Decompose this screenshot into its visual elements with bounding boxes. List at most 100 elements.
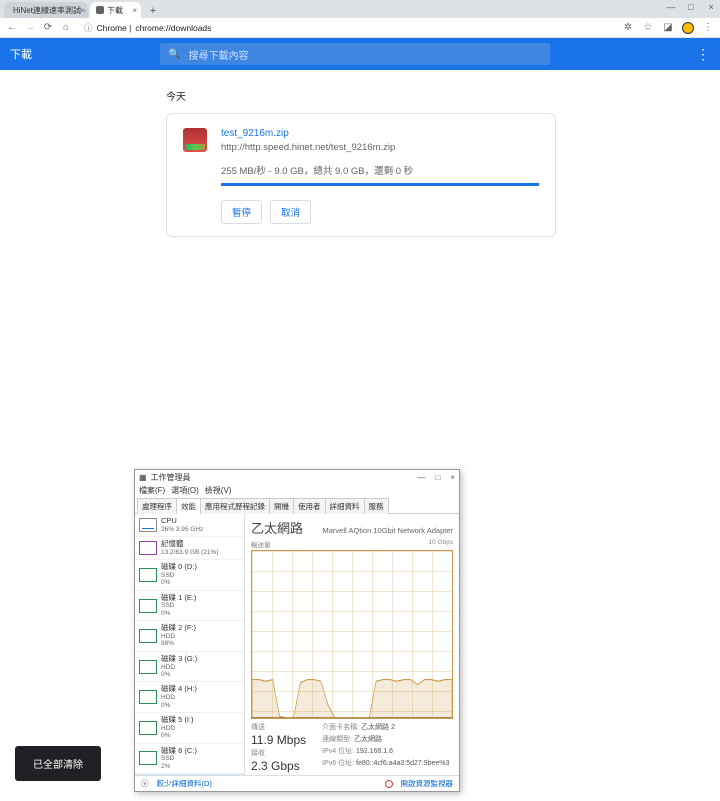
sidebar-item-sub: HDD 0% xyxy=(161,725,194,740)
disk-thumb-icon xyxy=(139,599,157,613)
sidebar-item[interactable]: 磁碟 5 (I:)HDD 0% xyxy=(135,713,244,744)
address-prefix: Chrome | xyxy=(97,23,132,33)
file-icon xyxy=(183,128,207,152)
sidebar-item-sub: HDD 0% xyxy=(161,664,197,679)
chart-scale-left: 輸送量 xyxy=(251,539,271,549)
taskmgr-menubar[interactable]: 檔案(F) 選項(O) 檢視(V) xyxy=(135,484,459,497)
sidebar-item-name: 磁碟 0 (D:) xyxy=(161,563,197,572)
downloads-menu-icon[interactable]: ⋮ xyxy=(696,46,710,63)
sidebar-item-name: 磁碟 5 (I:) xyxy=(161,716,194,725)
tab-title: HiNet連線速率測試 - HiNet測… xyxy=(13,5,88,16)
extensions-icon[interactable]: ✲ xyxy=(622,22,634,33)
browser-tab-downloads[interactable]: 下載 × xyxy=(90,2,141,18)
menu-icon[interactable]: ⋮ xyxy=(702,22,714,33)
chevron-up-icon[interactable]: ⓥ xyxy=(141,778,149,789)
window-maximize-icon[interactable]: □ xyxy=(686,2,696,12)
menu-item[interactable]: 檢視(V) xyxy=(205,485,232,496)
send-label: 傳送 xyxy=(251,722,306,732)
bookmark-icon[interactable]: ☆ xyxy=(642,22,654,33)
page-title: 下載 xyxy=(10,46,160,62)
search-placeholder: 搜尋下載內容 xyxy=(188,47,248,62)
new-tab-button[interactable]: + xyxy=(146,4,160,18)
downloads-body: 今天 test_9216m.zip http://http.speed.hine… xyxy=(0,70,720,237)
mem-thumb-icon xyxy=(139,541,157,555)
disk-thumb-icon xyxy=(139,690,157,704)
disk-thumb-icon xyxy=(139,568,157,582)
fewer-details-link[interactable]: 較少詳細資料(D) xyxy=(157,778,212,789)
taskmgr-tab[interactable]: 開機 xyxy=(269,498,294,514)
taskmgr-statusbar: ⓥ 較少詳細資料(D) 開啟資源監視器 xyxy=(135,775,459,791)
window-titlebar: HiNet連線速率測試 - HiNet測… × 下載 × + — □ × xyxy=(0,0,720,18)
perf-stats: 傳送 11.9 Mbps 接收 2.3 Gbps 介面卡名稱: 乙太網路 2 連… xyxy=(251,722,453,773)
perf-title: 乙太網路 xyxy=(251,518,303,537)
sidebar-item[interactable]: 磁碟 2 (F:)HDD 98% xyxy=(135,621,244,652)
recv-value: 2.3 Gbps xyxy=(251,759,306,773)
taskmgr-tab[interactable]: 處理程序 xyxy=(137,498,177,514)
taskmgr-tab[interactable]: 使用者 xyxy=(293,498,326,514)
downloads-day-label: 今天 xyxy=(166,88,720,103)
taskmgr-tab[interactable]: 詳細資料 xyxy=(325,498,365,514)
throughput-chart xyxy=(251,550,453,719)
window-minimize-icon[interactable]: — xyxy=(666,2,676,12)
forward-icon: → xyxy=(24,22,36,33)
favicon-downloads xyxy=(96,6,104,14)
download-item: test_9216m.zip http://http.speed.hinet.n… xyxy=(166,113,556,237)
window-minimize-icon[interactable]: — xyxy=(417,473,425,482)
window-close-icon[interactable]: × xyxy=(450,473,455,482)
taskmgr-tab[interactable]: 效能 xyxy=(176,498,201,514)
pause-button[interactable]: 暫停 xyxy=(221,200,262,224)
download-filename[interactable]: test_9216m.zip xyxy=(221,128,539,139)
taskmgr-titlebar[interactable]: ▦ 工作管理員 — □ × xyxy=(135,470,459,484)
sidebar-item-sub: SSD 2% xyxy=(161,755,197,770)
browser-tab-hinet[interactable]: HiNet連線速率測試 - HiNet測… × xyxy=(4,2,88,18)
sidebar-item-sub: HDD 98% xyxy=(161,633,196,648)
downloads-search[interactable]: 🔍 搜尋下載內容 xyxy=(160,43,550,65)
recv-label: 接收 xyxy=(251,748,306,758)
resource-monitor-icon xyxy=(385,780,393,788)
cancel-button[interactable]: 取消 xyxy=(270,200,311,224)
sidebar-item-sub: 13.2/63.9 GB (21%) xyxy=(161,549,218,556)
taskmgr-title: 工作管理員 xyxy=(151,472,418,483)
site-info-icon[interactable]: ⓘ xyxy=(84,22,93,34)
resource-monitor-link[interactable]: 開啟資源監視器 xyxy=(401,778,454,789)
close-icon[interactable]: × xyxy=(132,6,137,15)
address-text: chrome://downloads xyxy=(135,23,211,33)
sidebar-item[interactable]: 磁碟 1 (E:)SSD 0% xyxy=(135,591,244,622)
address-bar[interactable]: ⓘ Chrome | chrome://downloads xyxy=(78,20,616,36)
sidebar-item-name: CPU xyxy=(161,517,203,526)
task-manager-window[interactable]: ▦ 工作管理員 — □ × 檔案(F) 選項(O) 檢視(V) 處理程序效能應用程式… xyxy=(134,469,460,792)
download-progress-text: 255 MB/秒 - 9.0 GB，總共 9.0 GB，還剩 0 秒 xyxy=(221,163,539,177)
disk-thumb-icon xyxy=(139,629,157,643)
back-icon[interactable]: ← xyxy=(6,22,18,33)
perf-adapter: Marvell AQtion 10Gbit Network Adapter xyxy=(323,526,453,535)
toolbar: ← → ⟳ ⌂ ⓘ Chrome | chrome://downloads ✲ … xyxy=(0,18,720,38)
sidebar-item[interactable]: 磁碟 0 (D:)SSD 0% xyxy=(135,560,244,591)
profile-avatar[interactable] xyxy=(682,22,694,34)
app-icon: ▦ xyxy=(139,473,147,482)
extension-icon[interactable]: ◪ xyxy=(662,22,674,33)
window-close-icon[interactable]: × xyxy=(706,2,716,12)
menu-item[interactable]: 選項(O) xyxy=(171,485,199,496)
reload-icon[interactable]: ⟳ xyxy=(42,22,54,33)
sidebar-item-name: 磁碟 1 (E:) xyxy=(161,594,196,603)
disk-thumb-icon xyxy=(139,721,157,735)
send-value: 11.9 Mbps xyxy=(251,733,306,747)
tab-title: 下載 xyxy=(107,5,123,16)
toast-message: 已全部清除 xyxy=(15,746,101,781)
menu-item[interactable]: 檔案(F) xyxy=(139,485,165,496)
taskmgr-sidebar[interactable]: CPU26% 3.95 GHz記憶體13.2/63.9 GB (21%)磁碟 0… xyxy=(135,514,245,775)
download-url[interactable]: http://http.speed.hinet.net/test_9216m.z… xyxy=(221,142,539,153)
taskmgr-tab[interactable]: 服務 xyxy=(364,498,389,514)
sidebar-item[interactable]: 記憶體13.2/63.9 GB (21%) xyxy=(135,537,244,560)
window-maximize-icon[interactable]: □ xyxy=(435,473,440,482)
home-icon[interactable]: ⌂ xyxy=(60,22,72,33)
sidebar-item[interactable]: 磁碟 4 (H:)HDD 0% xyxy=(135,682,244,713)
taskmgr-tab[interactable]: 應用程式歷程記錄 xyxy=(200,498,270,514)
taskmgr-main: 乙太網路 Marvell AQtion 10Gbit Network Adapt… xyxy=(245,514,459,775)
sidebar-item-sub: 26% 3.95 GHz xyxy=(161,526,203,533)
search-icon: 🔍 xyxy=(168,49,180,60)
sidebar-item[interactable]: CPU26% 3.95 GHz xyxy=(135,514,244,537)
close-icon[interactable]: × xyxy=(79,6,84,15)
sidebar-item[interactable]: 磁碟 3 (G:)HDD 0% xyxy=(135,652,244,683)
sidebar-item[interactable]: 磁碟 6 (C:)SSD 2% xyxy=(135,744,244,775)
